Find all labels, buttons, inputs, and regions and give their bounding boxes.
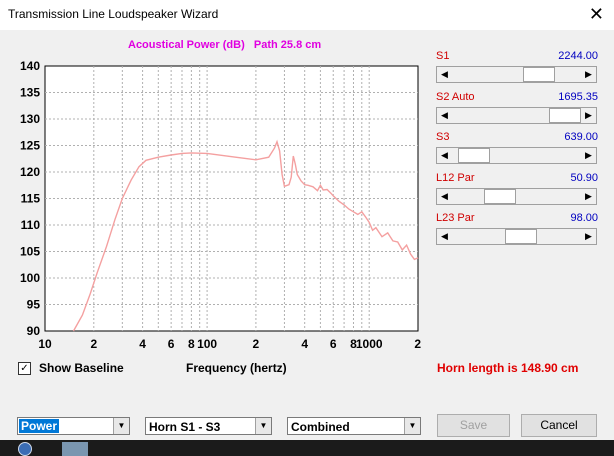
x-tick-label: 4	[139, 337, 146, 351]
combine-select[interactable]: Combined ▼	[287, 417, 421, 435]
chevron-down-icon[interactable]: ▼	[404, 418, 420, 434]
x-tick-label: 2	[90, 337, 97, 351]
arrow-right-icon[interactable]: ▶	[581, 148, 596, 163]
close-icon[interactable]: ✕	[589, 4, 604, 24]
arrow-right-icon[interactable]: ▶	[581, 67, 596, 82]
arrow-left-icon[interactable]: ◀	[437, 189, 452, 204]
y-tick-label: 90	[27, 324, 41, 338]
y-tick-label: 135	[20, 86, 40, 100]
y-tick-label: 110	[21, 218, 41, 232]
horn-select[interactable]: Horn S1 - S3 ▼	[145, 417, 272, 435]
arrow-right-icon[interactable]: ▶	[581, 189, 596, 204]
chevron-down-icon[interactable]: ▼	[113, 418, 129, 434]
arrow-right-icon[interactable]: ▶	[581, 229, 596, 244]
slider-thumb[interactable]	[484, 189, 516, 204]
y-tick-label: 115	[21, 192, 41, 206]
show-baseline-checkbox[interactable]: ✓	[18, 362, 31, 375]
y-tick-label: 130	[20, 112, 40, 126]
slider-track[interactable]: ◀ ▶	[436, 147, 597, 164]
y-tick-label: 100	[20, 271, 40, 285]
slider-track[interactable]: ◀ ▶	[436, 66, 597, 83]
x-tick-label: 8	[188, 337, 195, 351]
slider-value: 639.00	[564, 131, 598, 143]
cancel-button[interactable]: Cancel	[521, 414, 597, 437]
slider-value: 50.90	[570, 172, 598, 184]
save-button[interactable]: Save	[437, 414, 510, 437]
y-tick-label: 120	[20, 165, 40, 179]
x-tick-label: 10	[38, 337, 52, 351]
x-tick-label: 100	[197, 337, 217, 351]
chevron-down-icon[interactable]: ▼	[255, 418, 271, 434]
slider-thumb[interactable]	[549, 108, 581, 123]
x-tick-label: 6	[330, 337, 337, 351]
slider-thumb[interactable]	[457, 148, 490, 163]
x-tick-label: 6	[168, 337, 175, 351]
frequency-chart: 1401351301251201151101051009590 10 2 4 6 8 10…	[20, 59, 421, 351]
arrow-left-icon[interactable]: ◀	[437, 229, 452, 244]
app-icon[interactable]	[18, 442, 32, 456]
arrow-left-icon[interactable]: ◀	[437, 108, 452, 123]
arrow-right-icon[interactable]: ▶	[581, 108, 596, 123]
y-tick-label: 105	[20, 245, 40, 259]
slider-label: S1	[436, 50, 450, 62]
slider-track[interactable]: ◀ ▶	[436, 188, 597, 205]
arrow-left-icon[interactable]: ◀	[437, 148, 452, 163]
combine-select-value: Combined	[291, 420, 350, 434]
window-thumbnail-icon[interactable]	[62, 442, 88, 456]
y-axis-ticks: 140 135 130 125 120 115 110 105 100 95 90	[20, 59, 40, 338]
slider-track[interactable]: ◀ ▶	[436, 107, 597, 124]
arrow-left-icon[interactable]: ◀	[437, 67, 452, 82]
y-tick-label: 140	[20, 59, 40, 73]
mode-select[interactable]: Power ▼	[17, 417, 130, 435]
x-tick-label: 2	[414, 337, 421, 351]
slider-value: 1695.35	[558, 91, 598, 103]
horn-select-value: Horn S1 - S3	[149, 420, 221, 434]
show-baseline-label[interactable]: Show Baseline	[39, 361, 124, 375]
slider-value: 98.00	[570, 212, 598, 224]
slider-track[interactable]: ◀ ▶	[436, 228, 597, 245]
slider-thumb[interactable]	[522, 67, 555, 82]
slider-thumb[interactable]	[505, 229, 538, 244]
x-tick-label: 2	[253, 337, 260, 351]
mode-select-value: Power	[19, 419, 60, 433]
y-tick-label: 125	[20, 139, 40, 153]
x-axis-label: Frequency (hertz)	[186, 361, 287, 375]
slider-label: L23 Par	[436, 212, 475, 224]
slider-value: 2244.00	[558, 50, 598, 62]
x-tick-label: 4	[301, 337, 308, 351]
slider-label: L12 Par	[436, 172, 475, 184]
slider-label: S3	[436, 131, 450, 143]
slider-label: S2 Auto	[436, 91, 475, 103]
y-tick-label: 95	[27, 298, 41, 312]
x-axis-ticks: 10 2 4 6 8 100 2 4 6 8 1000 2	[38, 337, 421, 351]
x-tick-label: 1000	[356, 337, 383, 351]
horn-length-text: Horn length is 148.90 cm	[437, 361, 579, 375]
taskbar	[0, 440, 614, 456]
